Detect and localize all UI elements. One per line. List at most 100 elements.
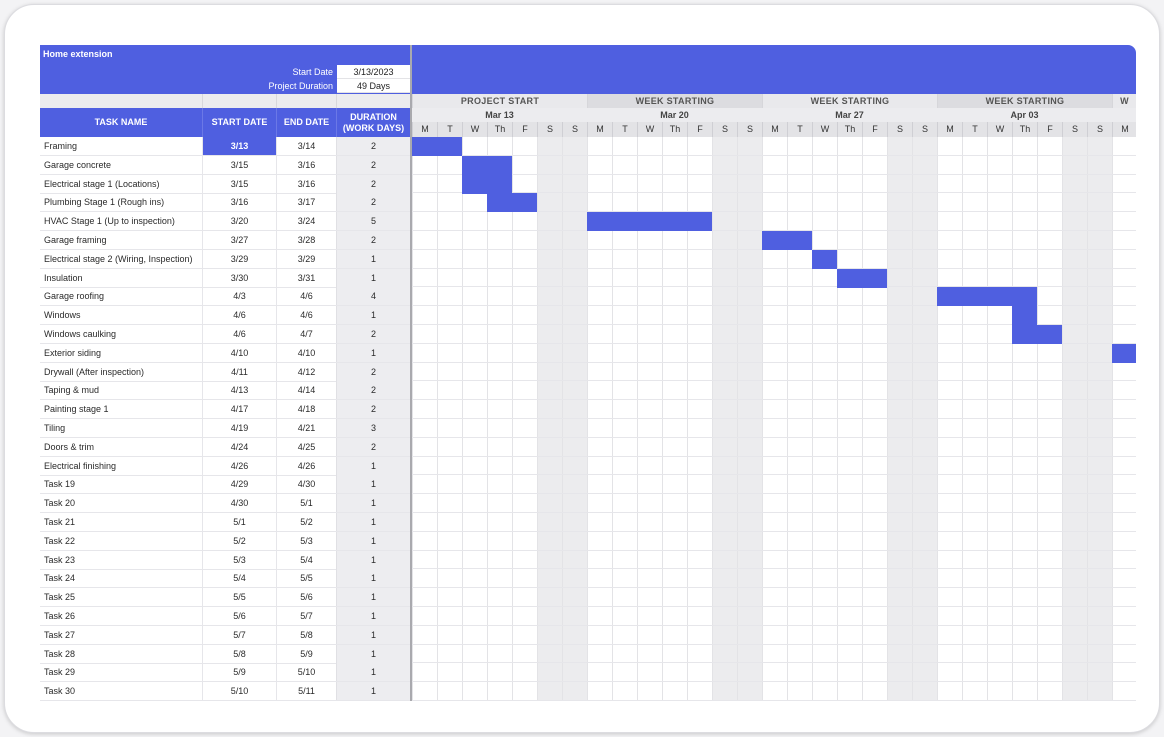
start-date-cell[interactable]: 3/13 <box>202 137 276 155</box>
gantt-bar[interactable] <box>487 193 537 213</box>
gantt-bar[interactable] <box>1012 325 1062 344</box>
end-date-cell[interactable]: 4/21 <box>276 419 336 437</box>
day-column[interactable] <box>1062 137 1087 701</box>
gantt-bar[interactable] <box>762 231 812 250</box>
duration-cell[interactable]: 1 <box>336 268 410 287</box>
start-date-field[interactable]: 3/13/2023 <box>337 65 410 79</box>
table-row[interactable]: Doors & trim 4/24 4/25 2 <box>40 437 410 457</box>
table-row[interactable]: Task 29 5/9 5/10 1 <box>40 663 410 683</box>
task-name-cell[interactable]: Windows caulking <box>44 325 202 343</box>
end-date-cell[interactable]: 4/18 <box>276 400 336 419</box>
start-date-cell[interactable]: 4/13 <box>202 381 276 400</box>
table-row[interactable]: Electrical stage 1 (Locations) 3/15 3/16 2 <box>40 174 410 194</box>
duration-cell[interactable]: 1 <box>336 494 410 513</box>
table-row[interactable]: Task 23 5/3 5/4 1 <box>40 550 410 570</box>
start-date-cell[interactable]: 3/20 <box>202 212 276 231</box>
task-name-cell[interactable]: Garage framing <box>44 231 202 249</box>
duration-header[interactable]: DURATION (WORK DAYS) <box>336 108 410 137</box>
table-row[interactable]: Windows caulking 4/6 4/7 2 <box>40 325 410 344</box>
day-column[interactable] <box>737 137 762 701</box>
gantt-bar[interactable] <box>462 155 512 175</box>
start-date-cell[interactable]: 5/9 <box>202 663 276 682</box>
task-name-cell[interactable]: Task 23 <box>44 551 202 569</box>
duration-cell[interactable]: 1 <box>336 663 410 682</box>
start-date-cell[interactable]: 4/30 <box>202 494 276 513</box>
start-date-cell[interactable]: 5/7 <box>202 625 276 644</box>
task-name-cell[interactable]: Task 25 <box>44 588 202 606</box>
day-column[interactable] <box>837 137 862 701</box>
table-row[interactable]: Task 22 5/2 5/3 1 <box>40 531 410 551</box>
day-column[interactable] <box>812 137 837 701</box>
task-name-cell[interactable]: Task 19 <box>44 475 202 493</box>
table-row[interactable]: Garage framing 3/27 3/28 2 <box>40 231 410 250</box>
table-row[interactable]: Tiling 4/19 4/21 3 <box>40 419 410 438</box>
end-date-cell[interactable]: 5/7 <box>276 607 336 625</box>
end-date-cell[interactable]: 5/1 <box>276 494 336 513</box>
day-column[interactable] <box>887 137 912 701</box>
start-date-cell[interactable]: 4/19 <box>202 419 276 437</box>
duration-cell[interactable]: 5 <box>336 212 410 231</box>
start-date-header[interactable]: START DATE <box>202 108 276 137</box>
end-date-cell[interactable]: 4/30 <box>276 475 336 494</box>
day-column[interactable] <box>862 137 887 701</box>
day-column[interactable] <box>562 137 587 701</box>
duration-cell[interactable]: 2 <box>336 381 410 400</box>
end-date-cell[interactable]: 5/10 <box>276 663 336 682</box>
start-date-cell[interactable]: 3/15 <box>202 155 276 174</box>
table-row[interactable]: Garage roofing 4/3 4/6 4 <box>40 287 410 307</box>
day-column[interactable] <box>462 137 487 701</box>
end-date-cell[interactable]: 5/2 <box>276 513 336 531</box>
day-column[interactable] <box>787 137 812 701</box>
start-date-cell[interactable]: 5/6 <box>202 607 276 625</box>
table-row[interactable]: Task 20 4/30 5/1 1 <box>40 494 410 514</box>
end-date-cell[interactable]: 4/7 <box>276 325 336 343</box>
start-date-cell[interactable]: 4/24 <box>202 437 276 456</box>
duration-cell[interactable]: 1 <box>336 531 410 550</box>
table-row[interactable]: Task 21 5/1 5/2 1 <box>40 513 410 532</box>
task-name-cell[interactable]: Insulation <box>44 269 202 287</box>
day-column[interactable] <box>412 137 437 701</box>
end-date-cell[interactable]: 5/11 <box>276 682 336 701</box>
table-row[interactable]: Task 19 4/29 4/30 1 <box>40 475 410 495</box>
day-column[interactable] <box>937 137 962 701</box>
start-date-cell[interactable]: 5/3 <box>202 550 276 569</box>
day-column[interactable] <box>987 137 1012 701</box>
duration-cell[interactable]: 1 <box>336 550 410 569</box>
start-date-cell[interactable]: 4/26 <box>202 456 276 475</box>
end-date-cell[interactable]: 5/4 <box>276 550 336 569</box>
end-date-cell[interactable]: 4/6 <box>276 287 336 306</box>
task-name-cell[interactable]: Drywall (After inspection) <box>44 363 202 381</box>
table-row[interactable]: Painting stage 1 4/17 4/18 2 <box>40 400 410 420</box>
task-name-cell[interactable]: HVAC Stage 1 (Up to inspection) <box>44 212 202 230</box>
day-column[interactable] <box>762 137 787 701</box>
day-column[interactable] <box>487 137 512 701</box>
end-date-cell[interactable]: 5/8 <box>276 625 336 644</box>
gantt-bar[interactable] <box>1012 306 1037 326</box>
end-date-cell[interactable]: 5/9 <box>276 644 336 663</box>
day-column[interactable] <box>712 137 737 701</box>
end-date-cell[interactable]: 4/25 <box>276 437 336 456</box>
duration-cell[interactable]: 1 <box>336 607 410 625</box>
task-name-cell[interactable]: Taping & mud <box>44 381 202 399</box>
duration-cell[interactable]: 2 <box>336 137 410 155</box>
task-name-cell[interactable]: Doors & trim <box>44 438 202 456</box>
task-name-cell[interactable]: Task 24 <box>44 569 202 587</box>
start-date-cell[interactable]: 5/1 <box>202 513 276 531</box>
end-date-cell[interactable]: 3/17 <box>276 193 336 212</box>
duration-cell[interactable]: 1 <box>336 588 410 607</box>
end-date-cell[interactable]: 3/29 <box>276 249 336 268</box>
day-column[interactable] <box>1037 137 1062 701</box>
end-date-cell[interactable]: 4/12 <box>276 362 336 381</box>
end-date-cell[interactable]: 4/10 <box>276 343 336 362</box>
table-row[interactable]: Drywall (After inspection) 4/11 4/12 2 <box>40 362 410 382</box>
start-date-cell[interactable]: 4/17 <box>202 400 276 419</box>
end-date-cell[interactable]: 3/14 <box>276 137 336 155</box>
duration-cell[interactable]: 1 <box>336 625 410 644</box>
day-column[interactable] <box>1087 137 1112 701</box>
end-date-cell[interactable]: 5/6 <box>276 588 336 607</box>
table-row[interactable]: Electrical stage 2 (Wiring, Inspection) 3… <box>40 249 410 269</box>
start-date-cell[interactable]: 3/16 <box>202 193 276 212</box>
task-name-cell[interactable]: Task 22 <box>44 532 202 550</box>
end-date-cell[interactable]: 4/6 <box>276 306 336 325</box>
start-date-cell[interactable]: 5/2 <box>202 531 276 550</box>
